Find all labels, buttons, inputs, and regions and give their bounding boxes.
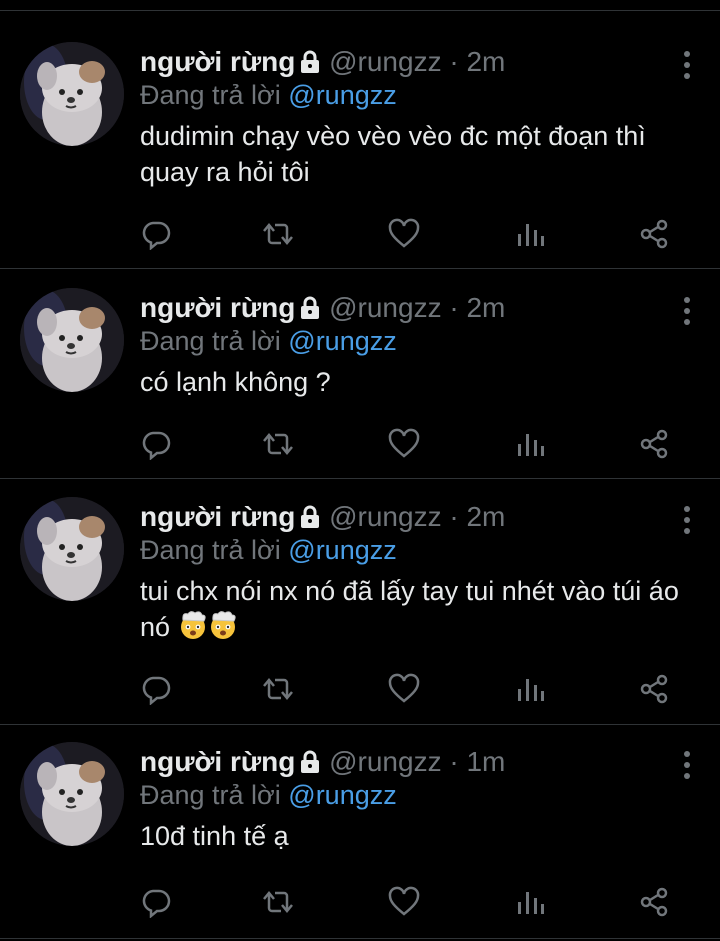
replying-to: Đang trả lời @rungzz xyxy=(140,533,397,567)
replying-prefix: Đang trả lời xyxy=(140,535,281,565)
replying-to: Đang trả lời @rungzz xyxy=(140,324,397,358)
tweet-header: người rừng @rungzz · 2m xyxy=(140,42,505,82)
share-icon[interactable] xyxy=(638,673,674,709)
tweet[interactable]: người rừng @rungzz · 2m Đang trả lời @ru… xyxy=(0,497,720,717)
replying-to: Đang trả lời @rungzz xyxy=(140,78,397,112)
user-handle[interactable]: @rungzz xyxy=(329,46,441,77)
user-handle[interactable]: @rungzz xyxy=(329,292,441,323)
reply-icon[interactable] xyxy=(140,218,176,254)
tweet[interactable]: người rừng @rungzz · 1m Đang trả lời @ru… xyxy=(0,742,720,932)
tweet-text: tui chx nói nx nó đã lấy tay tui nhét và… xyxy=(140,573,700,649)
separator: · xyxy=(449,46,459,77)
divider xyxy=(0,478,720,479)
like-icon[interactable] xyxy=(388,673,424,709)
display-name[interactable]: người rừng xyxy=(140,746,295,777)
tweet-text: dudimin chạy vèo vèo vèo đc một đoạn thì… xyxy=(140,121,646,187)
action-bar xyxy=(140,673,680,709)
tweet-text: có lạnh không ? xyxy=(140,367,331,397)
action-bar xyxy=(140,886,680,922)
views-icon[interactable] xyxy=(514,886,550,922)
more-options-icon[interactable] xyxy=(682,750,692,780)
timestamp[interactable]: 2m xyxy=(466,501,505,532)
reply-icon[interactable] xyxy=(140,428,176,464)
mention-link[interactable]: @rungzz xyxy=(288,780,396,810)
timestamp[interactable]: 2m xyxy=(466,46,505,77)
avatar[interactable] xyxy=(20,742,124,846)
share-icon[interactable] xyxy=(638,886,674,922)
share-icon[interactable] xyxy=(638,218,674,254)
separator: · xyxy=(449,292,459,323)
tweet[interactable]: người rừng @rungzz · 2m Đang trả lời @ru… xyxy=(0,42,720,262)
views-icon[interactable] xyxy=(514,218,550,254)
avatar[interactable] xyxy=(20,42,124,146)
dog-avatar-icon xyxy=(20,497,124,601)
action-bar xyxy=(140,218,680,254)
dog-avatar-icon xyxy=(20,288,124,392)
divider xyxy=(0,268,720,269)
display-name[interactable]: người rừng xyxy=(140,292,295,323)
views-icon[interactable] xyxy=(514,428,550,464)
dog-avatar-icon xyxy=(20,742,124,846)
divider xyxy=(0,724,720,725)
display-name[interactable]: người rừng xyxy=(140,501,295,532)
avatar[interactable] xyxy=(20,497,124,601)
mention-link[interactable]: @rungzz xyxy=(288,326,396,356)
retweet-icon[interactable] xyxy=(262,218,298,254)
retweet-icon[interactable] xyxy=(262,886,298,922)
more-options-icon[interactable] xyxy=(682,505,692,535)
tweet-header: người rừng @rungzz · 2m xyxy=(140,497,505,537)
like-icon[interactable] xyxy=(388,428,424,464)
views-icon[interactable] xyxy=(514,673,550,709)
replying-prefix: Đang trả lời xyxy=(140,780,281,810)
tweet-header: người rừng @rungzz · 2m xyxy=(140,288,505,328)
reply-icon[interactable] xyxy=(140,886,176,922)
like-icon[interactable] xyxy=(388,886,424,922)
mention-link[interactable]: @rungzz xyxy=(288,535,396,565)
mention-link[interactable]: @rungzz xyxy=(288,80,396,110)
divider xyxy=(0,10,720,11)
more-options-icon[interactable] xyxy=(682,296,692,326)
replying-to: Đang trả lời @rungzz xyxy=(140,778,397,812)
retweet-icon[interactable] xyxy=(262,428,298,464)
replying-prefix: Đang trả lời xyxy=(140,326,281,356)
separator: · xyxy=(449,746,459,777)
timestamp[interactable]: 2m xyxy=(466,292,505,323)
avatar[interactable] xyxy=(20,288,124,392)
exploding-head-emoji xyxy=(208,610,238,649)
action-bar xyxy=(140,428,680,464)
separator: · xyxy=(449,501,459,532)
retweet-icon[interactable] xyxy=(262,673,298,709)
tweet[interactable]: người rừng @rungzz · 2m Đang trả lời @ru… xyxy=(0,288,720,468)
reply-icon[interactable] xyxy=(140,673,176,709)
display-name[interactable]: người rừng xyxy=(140,46,295,77)
dog-avatar-icon xyxy=(20,42,124,146)
tweet-header: người rừng @rungzz · 1m xyxy=(140,742,505,782)
tweet-text: 10đ tinh tế ạ xyxy=(140,821,289,851)
replying-prefix: Đang trả lời xyxy=(140,80,281,110)
timestamp[interactable]: 1m xyxy=(466,746,505,777)
divider xyxy=(0,938,720,939)
user-handle[interactable]: @rungzz xyxy=(329,501,441,532)
share-icon[interactable] xyxy=(638,428,674,464)
user-handle[interactable]: @rungzz xyxy=(329,746,441,777)
exploding-head-emoji xyxy=(178,610,208,649)
like-icon[interactable] xyxy=(388,218,424,254)
more-options-icon[interactable] xyxy=(682,50,692,80)
